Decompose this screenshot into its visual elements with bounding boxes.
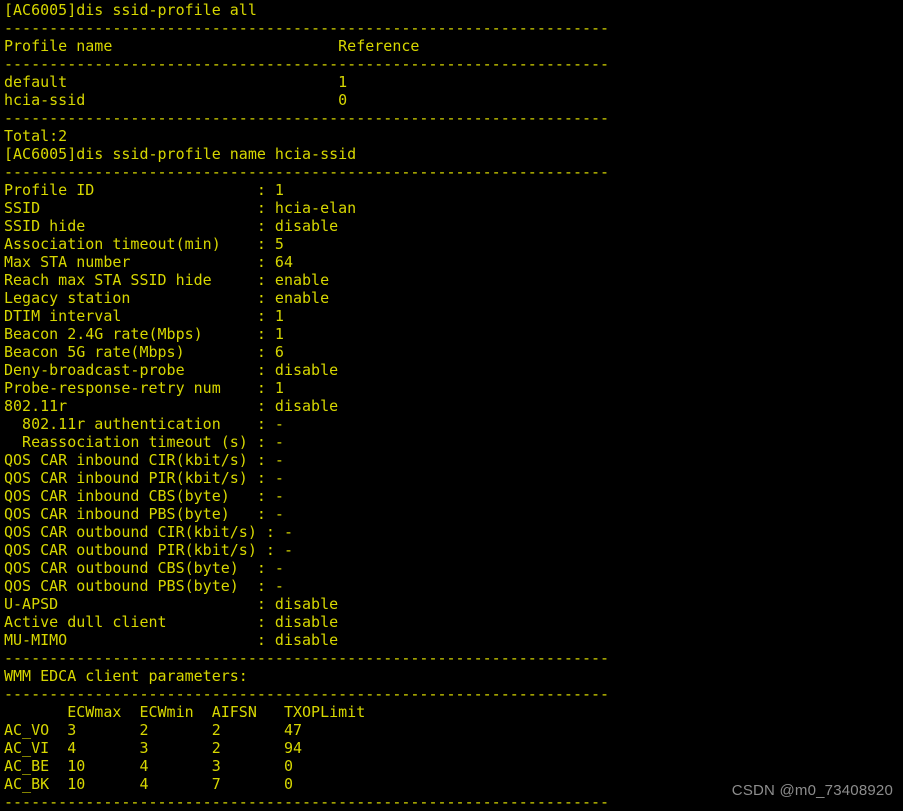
profile-field-row: QOS CAR inbound PIR(kbit/s) : - [4, 469, 284, 487]
csdn-watermark: CSDN @m0_73408920 [731, 782, 893, 799]
profile-field-row: MU-MIMO : disable [4, 631, 339, 649]
profile-field-row: Active dull client : disable [4, 613, 339, 631]
profile-field-row: DTIM interval : 1 [4, 307, 284, 325]
profile-field-row: Max STA number : 64 [4, 253, 293, 271]
profile-total-count: Total:2 [4, 127, 68, 145]
profile-field-row: QOS CAR inbound CIR(kbit/s) : - [4, 451, 284, 469]
profile-field-row: 802.11r authentication : - [4, 415, 284, 433]
separator-rule: ----------------------------------------… [4, 649, 610, 667]
edca-table-row: AC_VI 4 3 2 94 [4, 739, 303, 757]
command-line-show-ssid-profile-all: [AC6005]dis ssid-profile all [4, 1, 257, 19]
separator-rule: ----------------------------------------… [4, 55, 610, 73]
profile-field-row: Profile ID : 1 [4, 181, 284, 199]
edca-table-header: ECWmax ECWmin AIFSN TXOPLimit [4, 703, 366, 721]
profile-field-row: SSID hide : disable [4, 217, 339, 235]
profile-field-row: Reassociation timeout (s) : - [4, 433, 284, 451]
profile-field-row: Beacon 2.4G rate(Mbps) : 1 [4, 325, 284, 343]
separator-rule: ----------------------------------------… [4, 163, 610, 181]
profile-field-row: Association timeout(min) : 5 [4, 235, 284, 253]
profile-field-row: Probe-response-retry num : 1 [4, 379, 284, 397]
profile-list-row: hcia-ssid 0 [4, 91, 348, 109]
profile-field-row: QOS CAR inbound CBS(byte) : - [4, 487, 284, 505]
profile-field-row: QOS CAR outbound PBS(byte) : - [4, 577, 284, 595]
profile-field-row: Legacy station : enable [4, 289, 330, 307]
command-line-show-ssid-profile-name: [AC6005]dis ssid-profile name hcia-ssid [4, 145, 357, 163]
profile-field-row: QOS CAR outbound CBS(byte) : - [4, 559, 284, 577]
profile-field-row: 802.11r : disable [4, 397, 339, 415]
profile-field-row: SSID : hcia-elan [4, 199, 357, 217]
profile-list-header: Profile name Reference [4, 37, 420, 55]
profile-field-row: QOS CAR outbound CIR(kbit/s) : - [4, 523, 293, 541]
separator-rule: ----------------------------------------… [4, 19, 610, 37]
edca-table-row: AC_BE 10 4 3 0 [4, 757, 293, 775]
profile-field-row: QOS CAR inbound PBS(byte) : - [4, 505, 284, 523]
profile-field-row: Deny-broadcast-probe : disable [4, 361, 339, 379]
terminal-output[interactable]: [AC6005]dis ssid-profile all ------------… [4, 1, 903, 811]
separator-rule: ----------------------------------------… [4, 685, 610, 703]
profile-field-row: QOS CAR outbound PIR(kbit/s) : - [4, 541, 293, 559]
profile-field-row: Reach max STA SSID hide : enable [4, 271, 330, 289]
profile-list-row: default 1 [4, 73, 348, 91]
profile-field-row: Beacon 5G rate(Mbps) : 6 [4, 343, 284, 361]
separator-rule: ----------------------------------------… [4, 109, 610, 127]
profile-field-row: U-APSD : disable [4, 595, 339, 613]
edca-table-row: AC_VO 3 2 2 47 [4, 721, 303, 739]
edca-section-title: WMM EDCA client parameters: [4, 667, 248, 685]
